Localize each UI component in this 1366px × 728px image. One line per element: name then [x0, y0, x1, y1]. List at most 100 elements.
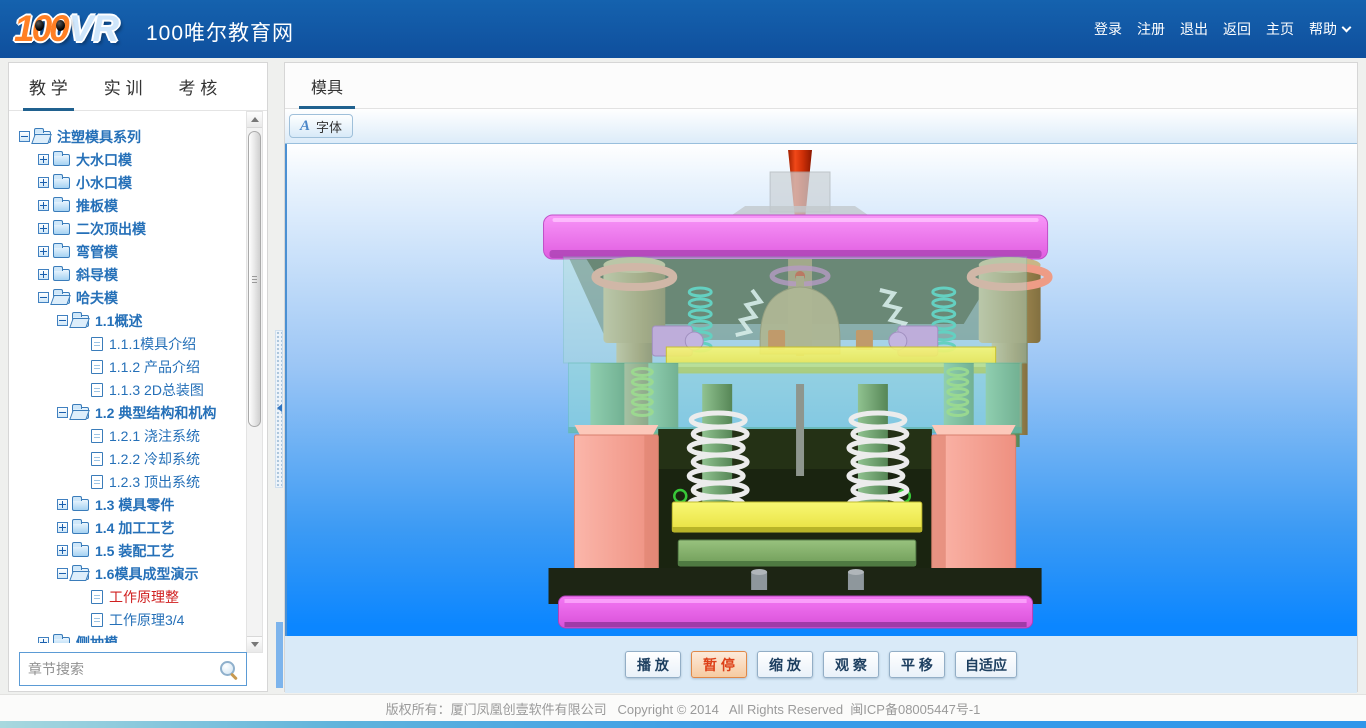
expand-icon[interactable]: [57, 499, 68, 510]
expand-icon[interactable]: [38, 177, 49, 188]
document-icon: [91, 337, 103, 351]
tree-item[interactable]: 1.1.2 产品介绍: [9, 355, 251, 378]
folder-icon: [72, 522, 89, 534]
scroll-down-button[interactable]: [247, 636, 262, 652]
tree-item-label: 1.4 加工工艺: [95, 518, 174, 538]
folder-open-icon: [72, 407, 89, 419]
tree-item[interactable]: 哈夫模: [9, 286, 251, 309]
collapse-icon[interactable]: [38, 292, 49, 303]
tree-item[interactable]: 1.1概述: [9, 309, 251, 332]
tree-item[interactable]: 工作原理3/4: [9, 608, 251, 631]
tree-item-label: 大水口模: [76, 150, 132, 170]
chapter-search-box: [19, 652, 247, 686]
tree-item[interactable]: 1.2.1 浇注系统: [9, 424, 251, 447]
nav-back[interactable]: 返回: [1223, 19, 1251, 39]
control-button-play[interactable]: 播 放: [625, 651, 681, 678]
folder-open-icon: [34, 131, 51, 143]
expand-icon[interactable]: [38, 637, 49, 643]
scrollbar-thumb[interactable]: [248, 131, 261, 427]
logo-eye-icon: [35, 20, 44, 31]
nav-logout[interactable]: 退出: [1180, 19, 1208, 39]
tree-item[interactable]: 1.1.3 2D总装图: [9, 378, 251, 401]
tree-item-label: 侧抽模: [76, 633, 118, 644]
tree-item[interactable]: 1.5 装配工艺: [9, 539, 251, 562]
control-button-pan[interactable]: 平 移: [889, 651, 945, 678]
tree-item-label: 工作原理整: [109, 587, 179, 607]
tree-item-label: 1.1.3 2D总装图: [109, 380, 204, 400]
expand-icon[interactable]: [38, 200, 49, 211]
top-clamp-plate: [544, 215, 1048, 259]
expand-icon[interactable]: [57, 545, 68, 556]
tree-item[interactable]: 推板模: [9, 194, 251, 217]
expand-icon[interactable]: [38, 223, 49, 234]
tree-item[interactable]: 大水口模: [9, 148, 251, 171]
bottom-clamp-plate: [558, 596, 1032, 628]
tree-item[interactable]: 斜导模: [9, 263, 251, 286]
tree-item[interactable]: 注塑模具系列: [9, 125, 251, 148]
bottom-strip: [0, 721, 1366, 728]
folder-icon: [72, 499, 89, 511]
tree-item-label: 推板模: [76, 196, 118, 216]
control-button-fit[interactable]: 自适应: [955, 651, 1017, 678]
tree-item-label: 1.1.2 产品介绍: [109, 357, 200, 377]
tab-assessment[interactable]: 考 核: [178, 63, 217, 110]
collapse-icon[interactable]: [57, 407, 68, 418]
control-button-pause[interactable]: 暂 停: [691, 651, 747, 678]
tree-item[interactable]: 侧抽模: [9, 631, 251, 643]
tree-item[interactable]: 1.2.2 冷却系统: [9, 447, 251, 470]
mold-viewer[interactable]: [285, 144, 1357, 636]
site-logo[interactable]: 100 VR: [14, 6, 118, 52]
sidebar-scrollbar[interactable]: [246, 111, 263, 653]
folder-open-icon: [72, 568, 89, 580]
tree-item-label: 1.2.3 顶出系统: [109, 472, 200, 492]
triangle-down-icon: [251, 642, 259, 647]
tree-item[interactable]: 1.4 加工工艺: [9, 516, 251, 539]
tree-item-label: 注塑模具系列: [57, 127, 141, 147]
search-icon[interactable]: [219, 660, 238, 679]
document-icon: [91, 383, 103, 397]
footer: 版权所有：厦门凤凰创壹软件有限公司 Copyright © 2014 All R…: [0, 694, 1366, 721]
collapse-icon[interactable]: [57, 315, 68, 326]
tree-item[interactable]: 1.6模具成型演示: [9, 562, 251, 585]
folder-icon: [53, 269, 70, 281]
document-icon: [91, 590, 103, 604]
collapse-icon[interactable]: [57, 568, 68, 579]
control-button-zoom[interactable]: 缩 放: [757, 651, 813, 678]
copyright-text: 版权所有：厦门凤凰创壹软件有限公司 Copyright © 2014 All R…: [386, 699, 981, 718]
nav-login[interactable]: 登录: [1094, 19, 1122, 39]
expand-icon[interactable]: [38, 246, 49, 257]
tree-item[interactable]: 二次顶出模: [9, 217, 251, 240]
expand-icon[interactable]: [38, 269, 49, 280]
tab-teaching[interactable]: 教 学: [29, 63, 68, 110]
tree-item-label: 1.1概述: [95, 311, 142, 331]
tree-item-label: 1.1.1模具介绍: [109, 334, 196, 354]
viewer-toolbar: A 字体: [285, 109, 1357, 144]
nav-help[interactable]: 帮助: [1309, 19, 1350, 39]
scroll-up-button[interactable]: [247, 112, 262, 128]
collapse-icon[interactable]: [19, 131, 30, 142]
control-button-observe[interactable]: 观 察: [823, 651, 879, 678]
tree-item[interactable]: 弯管模: [9, 240, 251, 263]
nav-home[interactable]: 主页: [1266, 19, 1294, 39]
nav-register[interactable]: 注册: [1137, 19, 1165, 39]
tree-item-label: 二次顶出模: [76, 219, 146, 239]
chapter-search-input[interactable]: [20, 661, 219, 677]
tree-item-label: 小水口模: [76, 173, 132, 193]
sidebar-tabs: 教 学实 训考 核: [9, 63, 267, 111]
font-button[interactable]: A 字体: [289, 114, 353, 138]
tab-training[interactable]: 实 训: [104, 63, 143, 110]
mold-3d-model: [287, 144, 1357, 636]
folder-open-icon: [53, 292, 70, 304]
tree-item[interactable]: 1.2.3 顶出系统: [9, 470, 251, 493]
tab-mold[interactable]: 模具: [299, 63, 355, 108]
expand-icon[interactable]: [38, 154, 49, 165]
tree-item[interactable]: 1.1.1模具介绍: [9, 332, 251, 355]
tree-item[interactable]: 1.3 模具零件: [9, 493, 251, 516]
triangle-up-icon: [251, 117, 259, 122]
tree-item-label: 1.2.2 冷却系统: [109, 449, 200, 469]
document-icon: [91, 475, 103, 489]
tree-item[interactable]: 工作原理整: [9, 585, 251, 608]
tree-item[interactable]: 小水口模: [9, 171, 251, 194]
expand-icon[interactable]: [57, 522, 68, 533]
tree-item[interactable]: 1.2 典型结构和机构: [9, 401, 251, 424]
